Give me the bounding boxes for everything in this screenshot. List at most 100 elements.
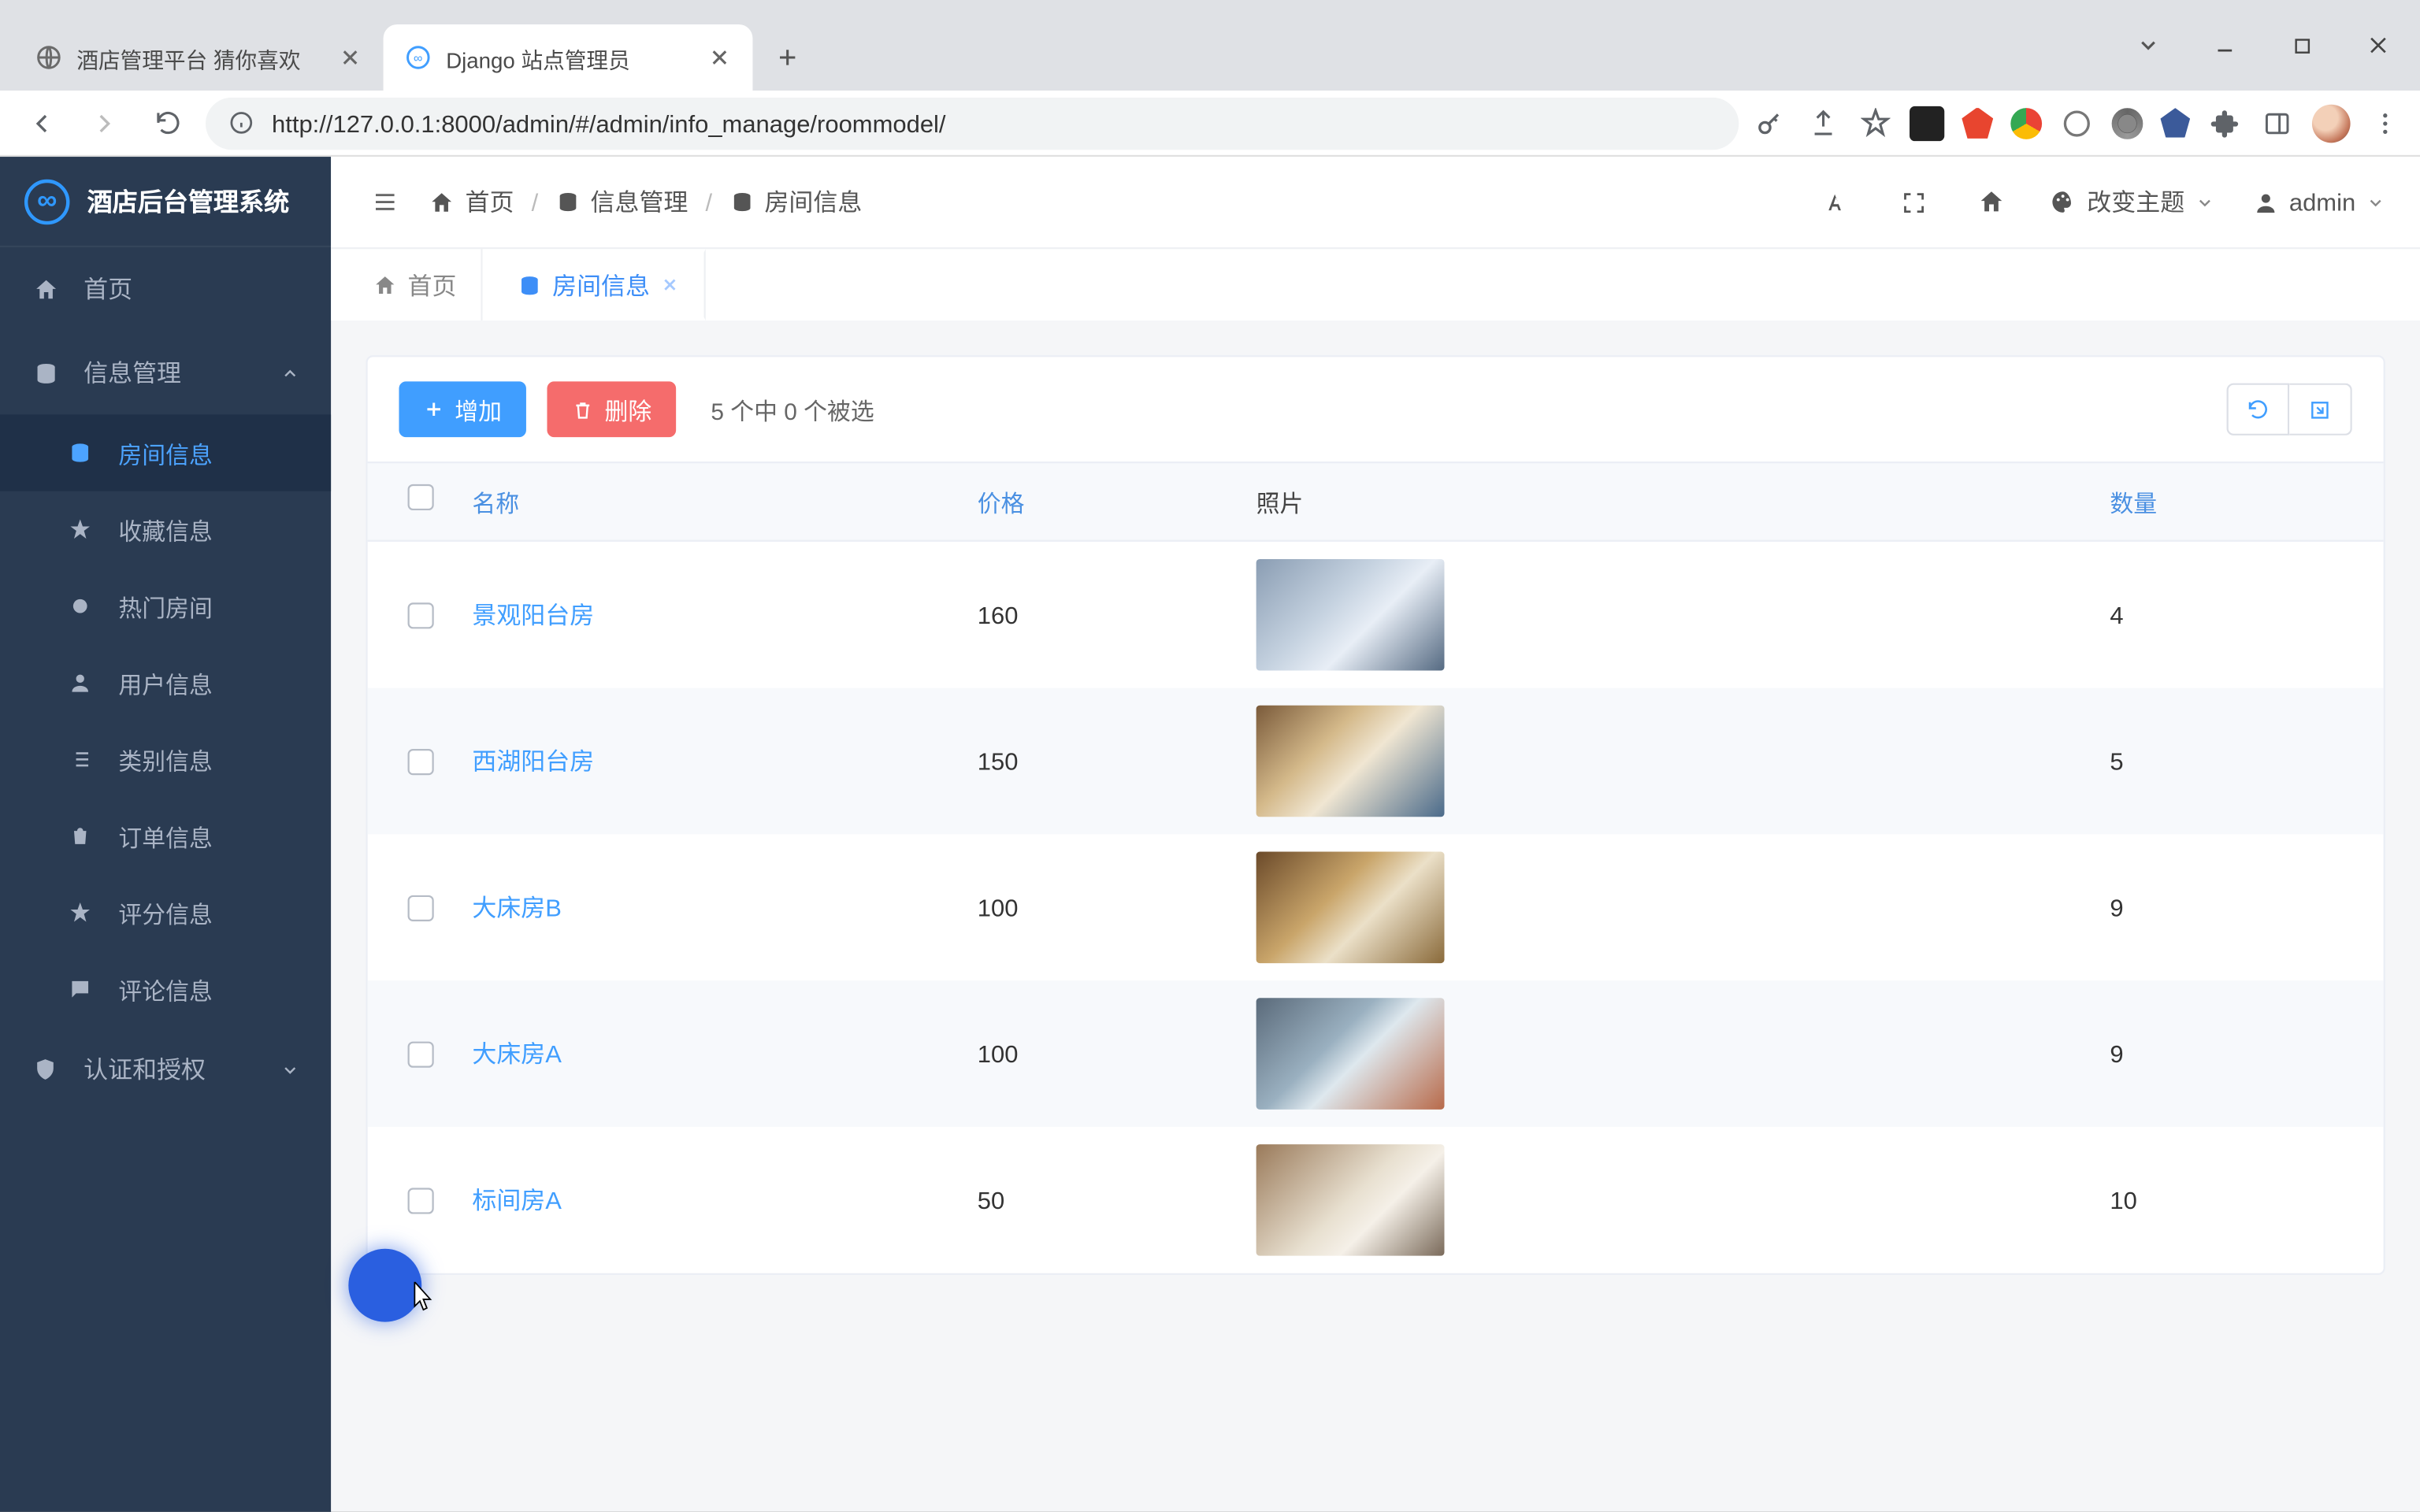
sidebar-item-label: 用户信息: [118, 665, 212, 700]
room-name-link[interactable]: 景观阳台房: [472, 601, 594, 628]
user-label: admin: [2289, 188, 2355, 216]
back-button[interactable]: [17, 98, 66, 147]
tab-search-icon[interactable]: [2121, 17, 2177, 73]
key-icon[interactable]: [1753, 106, 1787, 140]
theme-label: 改变主题: [2087, 184, 2184, 219]
sidebar-item-room-info[interactable]: 房间信息: [0, 414, 331, 491]
sidebar-item-info-mgmt[interactable]: 信息管理: [0, 331, 331, 414]
user-icon: [2252, 189, 2278, 215]
row-checkbox[interactable]: [406, 1040, 432, 1066]
sidebar-item-label: 收藏信息: [118, 512, 212, 547]
star-icon: [66, 900, 94, 925]
room-price: 100: [978, 1040, 1256, 1067]
refresh-button[interactable]: [2227, 384, 2290, 435]
select-all-checkbox[interactable]: [406, 484, 432, 510]
selection-counter: 5 个中 0 个被选: [711, 392, 874, 427]
data-card: 增加 删除 5 个中 0 个被选: [366, 355, 2385, 1275]
chevron-down-icon: [2366, 192, 2385, 211]
sidebar-item-favorite-info[interactable]: 收藏信息: [0, 491, 331, 568]
new-tab-button[interactable]: [763, 33, 812, 82]
sidebar-item-user-info[interactable]: 用户信息: [0, 644, 331, 721]
sidebar-item-label: 房间信息: [118, 435, 212, 470]
delete-button[interactable]: 删除: [547, 381, 676, 437]
column-header-name[interactable]: 名称: [472, 484, 977, 519]
close-icon[interactable]: [338, 46, 362, 70]
ext-icon[interactable]: [1962, 107, 1993, 139]
room-name-link[interactable]: 大床房B: [472, 894, 562, 921]
address-bar: http://127.0.0.1:8000/admin/#/admin/info…: [0, 91, 2420, 157]
user-menu[interactable]: admin: [2252, 188, 2385, 216]
room-qty: 5: [2110, 747, 2354, 775]
breadcrumb-room-info: 房间信息: [729, 184, 862, 219]
ext-icon[interactable]: [2010, 107, 2042, 139]
reload-button[interactable]: [143, 98, 191, 147]
sidebar-item-home[interactable]: 首页: [0, 247, 331, 331]
brand-title: 酒店后台管理系统: [87, 183, 290, 219]
sidebar-item-hot-room[interactable]: 热门房间: [0, 568, 331, 644]
tab-room-info[interactable]: 房间信息: [483, 249, 706, 321]
breadcrumb-info-mgmt[interactable]: 信息管理: [555, 184, 688, 219]
menu-toggle-icon[interactable]: [366, 183, 404, 221]
sidebar-item-comment-info[interactable]: 评论信息: [0, 951, 331, 1028]
tab-home[interactable]: 首页: [348, 249, 482, 321]
room-thumbnail: [1256, 559, 1445, 671]
brand-logo-icon: ∞: [24, 179, 70, 224]
toolbar-extensions: [1753, 104, 2403, 143]
minimize-icon[interactable]: [2197, 17, 2253, 73]
row-checkbox[interactable]: [406, 748, 432, 774]
sidebar-item-auth[interactable]: 认证和授权: [0, 1028, 331, 1111]
plus-icon: [423, 398, 444, 420]
theme-switcher[interactable]: 改变主题: [2049, 184, 2214, 219]
ext-icon[interactable]: [2161, 108, 2191, 138]
table-row: 标间房A5010: [368, 1127, 2384, 1273]
room-qty: 9: [2110, 894, 2354, 921]
bookmark-icon[interactable]: [1858, 106, 1892, 140]
url-input[interactable]: http://127.0.0.1:8000/admin/#/admin/info…: [206, 97, 1739, 149]
ext-icon[interactable]: [1910, 106, 1944, 140]
fullscreen-icon[interactable]: [1895, 183, 1934, 221]
browser-tab[interactable]: 酒店管理平台 猜你喜欢: [14, 24, 384, 91]
sidepanel-icon[interactable]: [2260, 106, 2295, 140]
font-size-icon[interactable]: [1819, 183, 1858, 221]
sidebar-item-label: 首页: [84, 272, 132, 306]
extensions-icon[interactable]: [2207, 106, 2242, 140]
button-label: 增加: [455, 392, 502, 427]
room-thumbnail: [1256, 998, 1445, 1110]
close-icon[interactable]: [660, 275, 679, 294]
forward-button[interactable]: [80, 98, 129, 147]
sidebar-item-rating-info[interactable]: 评分信息: [0, 874, 331, 951]
chrome-menu-icon[interactable]: [2368, 106, 2403, 140]
list-icon: [66, 747, 94, 772]
maximize-icon[interactable]: [2273, 17, 2329, 73]
browser-tab-active[interactable]: ∞ Django 站点管理员: [384, 24, 753, 91]
breadcrumb-home[interactable]: 首页: [429, 184, 514, 219]
room-thumbnail: [1256, 852, 1445, 964]
palette-icon: [2049, 188, 2077, 216]
ext-icon[interactable]: [2059, 106, 2094, 140]
expand-button[interactable]: [2289, 384, 2352, 435]
home-icon[interactable]: [1972, 183, 2010, 221]
window-close-icon[interactable]: [2351, 17, 2407, 73]
main-area: 首页 / 信息管理 / 房间信息: [331, 157, 2420, 1512]
django-icon: ∞: [404, 43, 432, 71]
bag-icon: [66, 824, 94, 848]
ext-icon[interactable]: [2112, 107, 2143, 139]
sidebar-item-category-info[interactable]: 类别信息: [0, 721, 331, 798]
url-text: http://127.0.0.1:8000/admin/#/admin/info…: [272, 109, 946, 136]
room-name-link[interactable]: 西湖阳台房: [472, 747, 594, 775]
room-name-link[interactable]: 大床房A: [472, 1040, 562, 1067]
site-info-icon[interactable]: [227, 109, 254, 136]
row-checkbox[interactable]: [406, 1187, 432, 1213]
row-checkbox[interactable]: [406, 602, 432, 628]
sidebar-item-order-info[interactable]: 订单信息: [0, 798, 331, 874]
add-button[interactable]: 增加: [399, 381, 525, 437]
close-icon[interactable]: [707, 46, 732, 70]
room-qty: 10: [2110, 1186, 2354, 1214]
share-icon[interactable]: [1805, 106, 1839, 140]
column-header-price[interactable]: 价格: [978, 484, 1256, 519]
profile-avatar[interactable]: [2312, 104, 2351, 143]
row-checkbox[interactable]: [406, 895, 432, 921]
star-icon: [66, 517, 94, 542]
room-name-link[interactable]: 标间房A: [472, 1186, 562, 1214]
column-header-qty[interactable]: 数量: [2110, 484, 2354, 519]
